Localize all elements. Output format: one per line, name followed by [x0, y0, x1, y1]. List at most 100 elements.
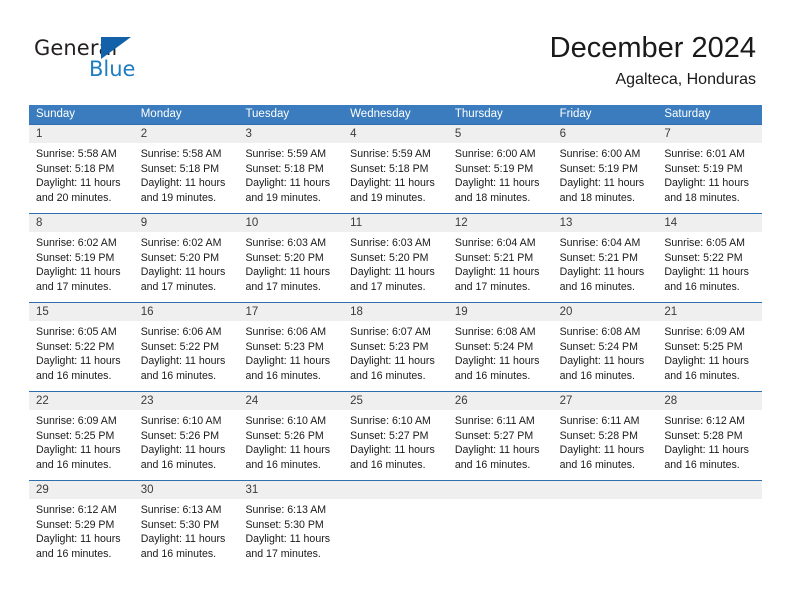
- day-cell-empty: [447, 481, 553, 569]
- day-cell[interactable]: 19 Sunrise: 6:08 AM Sunset: 5:24 PM Dayl…: [447, 303, 553, 391]
- day-cell[interactable]: 29 Sunrise: 6:12 AM Sunset: 5:29 PM Dayl…: [29, 481, 134, 569]
- day-details: Sunrise: 6:00 AM Sunset: 5:19 PM Dayligh…: [553, 143, 658, 205]
- sunrise-text: Sunrise: 6:11 AM: [454, 415, 535, 427]
- day-number: 21: [657, 303, 763, 321]
- logo-triangle-icon: [101, 37, 131, 59]
- daylight-text-line1: Daylight: 11 hours: [350, 177, 435, 190]
- sunset-text: Sunset: 5:18 PM: [245, 162, 324, 175]
- daylight-text-line1: Daylight: 11 hours: [664, 177, 749, 190]
- day-number: 31: [238, 481, 344, 499]
- daylight-text-line1: Daylight: 11 hours: [140, 177, 226, 190]
- day-cell[interactable]: 27 Sunrise: 6:11 AM Sunset: 5:28 PM Dayl…: [552, 392, 658, 480]
- day-cell[interactable]: 3 Sunrise: 5:59 AM Sunset: 5:18 PM Dayli…: [238, 125, 344, 213]
- day-number: 16: [133, 303, 239, 321]
- title-block: December 2024 Agalteca, Honduras: [550, 30, 756, 90]
- calendar-week-row: 29 Sunrise: 6:12 AM Sunset: 5:29 PM Dayl…: [29, 480, 763, 569]
- day-number: 1: [29, 125, 134, 143]
- day-details: Sunrise: 6:13 AM Sunset: 5:30 PM Dayligh…: [238, 499, 343, 561]
- day-cell[interactable]: 6 Sunrise: 6:00 AM Sunset: 5:19 PM Dayli…: [552, 125, 658, 213]
- sunset-text: Sunset: 5:27 PM: [454, 429, 534, 442]
- daylight-text-line1: Daylight: 11 hours: [454, 266, 540, 279]
- daylight-text-line2: and 18 minutes.: [664, 191, 740, 204]
- daylight-text-line1: Daylight: 11 hours: [454, 444, 540, 457]
- day-cell[interactable]: 15 Sunrise: 6:05 AM Sunset: 5:22 PM Dayl…: [29, 303, 134, 391]
- day-details: Sunrise: 6:12 AM Sunset: 5:29 PM Dayligh…: [29, 499, 134, 561]
- day-cell[interactable]: 4 Sunrise: 5:59 AM Sunset: 5:18 PM Dayli…: [343, 125, 448, 213]
- sunrise-text: Sunrise: 6:11 AM: [559, 415, 640, 427]
- day-number: 26: [447, 392, 553, 410]
- sunrise-text: Sunrise: 5:59 AM: [245, 148, 327, 160]
- daylight-text-line2: and 17 minutes.: [350, 280, 426, 293]
- daylight-text-line2: and 17 minutes.: [140, 280, 217, 293]
- daylight-text-line2: and 19 minutes.: [140, 191, 217, 204]
- day-cell[interactable]: 25 Sunrise: 6:10 AM Sunset: 5:27 PM Dayl…: [343, 392, 448, 480]
- calendar-week-row: 22 Sunrise: 6:09 AM Sunset: 5:25 PM Dayl…: [29, 391, 763, 480]
- day-number: 23: [133, 392, 239, 410]
- day-cell[interactable]: 30 Sunrise: 6:13 AM Sunset: 5:30 PM Dayl…: [133, 481, 239, 569]
- sunset-text: Sunset: 5:18 PM: [36, 162, 115, 175]
- sunrise-text: Sunrise: 6:10 AM: [245, 415, 327, 427]
- day-cell[interactable]: 14 Sunrise: 6:05 AM Sunset: 5:22 PM Dayl…: [657, 214, 763, 302]
- day-details: Sunrise: 6:06 AM Sunset: 5:22 PM Dayligh…: [134, 321, 239, 383]
- day-cell[interactable]: 8 Sunrise: 6:02 AM Sunset: 5:19 PM Dayli…: [29, 214, 134, 302]
- day-cell[interactable]: 21 Sunrise: 6:09 AM Sunset: 5:25 PM Dayl…: [657, 303, 763, 391]
- sunset-text: Sunset: 5:27 PM: [350, 429, 429, 442]
- sunset-text: Sunset: 5:24 PM: [454, 340, 534, 353]
- daylight-text-line2: and 16 minutes.: [454, 369, 531, 382]
- day-cell[interactable]: 1 Sunrise: 5:58 AM Sunset: 5:18 PM Dayli…: [29, 125, 134, 213]
- sunrise-text: Sunrise: 6:03 AM: [350, 237, 431, 249]
- daylight-text-line2: and 16 minutes.: [350, 458, 426, 471]
- day-cell[interactable]: 20 Sunrise: 6:08 AM Sunset: 5:24 PM Dayl…: [552, 303, 658, 391]
- daylight-text-line2: and 18 minutes.: [559, 191, 635, 204]
- day-cell[interactable]: 28 Sunrise: 6:12 AM Sunset: 5:28 PM Dayl…: [657, 392, 763, 480]
- day-details: Sunrise: 6:10 AM Sunset: 5:27 PM Dayligh…: [343, 410, 448, 472]
- day-cell[interactable]: 31 Sunrise: 6:13 AM Sunset: 5:30 PM Dayl…: [238, 481, 344, 569]
- day-cell-empty: [343, 481, 448, 569]
- daylight-text-line2: and 19 minutes.: [350, 191, 426, 204]
- day-cell[interactable]: 12 Sunrise: 6:04 AM Sunset: 5:21 PM Dayl…: [447, 214, 553, 302]
- day-cell[interactable]: 16 Sunrise: 6:06 AM Sunset: 5:22 PM Dayl…: [133, 303, 239, 391]
- day-number: 24: [238, 392, 344, 410]
- sunset-text: Sunset: 5:19 PM: [559, 162, 638, 175]
- daylight-text-line2: and 16 minutes.: [559, 280, 635, 293]
- day-cell[interactable]: 24 Sunrise: 6:10 AM Sunset: 5:26 PM Dayl…: [238, 392, 344, 480]
- day-number: 19: [447, 303, 553, 321]
- daylight-text-line1: Daylight: 11 hours: [350, 355, 435, 368]
- day-cell[interactable]: 22 Sunrise: 6:09 AM Sunset: 5:25 PM Dayl…: [29, 392, 134, 480]
- day-cell[interactable]: 17 Sunrise: 6:06 AM Sunset: 5:23 PM Dayl…: [238, 303, 344, 391]
- day-number: 29: [29, 481, 134, 499]
- day-cell[interactable]: 23 Sunrise: 6:10 AM Sunset: 5:26 PM Dayl…: [133, 392, 239, 480]
- page-subtitle: Agalteca, Honduras: [615, 71, 756, 88]
- day-details: Sunrise: 6:12 AM Sunset: 5:28 PM Dayligh…: [657, 410, 762, 472]
- day-cell[interactable]: 18 Sunrise: 6:07 AM Sunset: 5:23 PM Dayl…: [343, 303, 448, 391]
- sunset-text: Sunset: 5:30 PM: [140, 518, 220, 531]
- day-cell[interactable]: 26 Sunrise: 6:11 AM Sunset: 5:27 PM Dayl…: [447, 392, 553, 480]
- sunset-text: Sunset: 5:28 PM: [664, 429, 743, 442]
- day-number: 12: [447, 214, 553, 232]
- weekday-header-saturday: Saturday: [664, 108, 711, 120]
- daylight-text-line2: and 16 minutes.: [36, 458, 112, 471]
- calendar-week-row: 1 Sunrise: 5:58 AM Sunset: 5:18 PM Dayli…: [29, 124, 763, 213]
- day-cell[interactable]: 7 Sunrise: 6:01 AM Sunset: 5:19 PM Dayli…: [657, 125, 763, 213]
- daylight-text-line1: Daylight: 11 hours: [664, 355, 749, 368]
- calendar-week-row: 8 Sunrise: 6:02 AM Sunset: 5:19 PM Dayli…: [29, 213, 763, 302]
- sunset-text: Sunset: 5:25 PM: [664, 340, 743, 353]
- sunset-text: Sunset: 5:19 PM: [664, 162, 743, 175]
- day-number: 17: [238, 303, 344, 321]
- day-cell[interactable]: 10 Sunrise: 6:03 AM Sunset: 5:20 PM Dayl…: [238, 214, 344, 302]
- daylight-text-line1: Daylight: 11 hours: [36, 266, 121, 279]
- day-details: Sunrise: 6:08 AM Sunset: 5:24 PM Dayligh…: [553, 321, 658, 383]
- day-cell[interactable]: 13 Sunrise: 6:04 AM Sunset: 5:21 PM Dayl…: [552, 214, 658, 302]
- daylight-text-line1: Daylight: 11 hours: [664, 444, 749, 457]
- day-cell[interactable]: 9 Sunrise: 6:02 AM Sunset: 5:20 PM Dayli…: [133, 214, 239, 302]
- daylight-text-line2: and 17 minutes.: [245, 280, 321, 293]
- day-cell[interactable]: 5 Sunrise: 6:00 AM Sunset: 5:19 PM Dayli…: [447, 125, 553, 213]
- sunrise-text: Sunrise: 6:08 AM: [454, 326, 536, 338]
- day-details: Sunrise: 6:06 AM Sunset: 5:23 PM Dayligh…: [238, 321, 343, 383]
- day-number: 13: [552, 214, 658, 232]
- day-cell[interactable]: 11 Sunrise: 6:03 AM Sunset: 5:20 PM Dayl…: [343, 214, 448, 302]
- sunset-text: Sunset: 5:26 PM: [245, 429, 324, 442]
- day-cell[interactable]: 2 Sunrise: 5:58 AM Sunset: 5:18 PM Dayli…: [133, 125, 239, 213]
- day-details: Sunrise: 6:10 AM Sunset: 5:26 PM Dayligh…: [238, 410, 343, 472]
- page-header: General Blue December 2024 Agalteca, Hon…: [0, 0, 792, 100]
